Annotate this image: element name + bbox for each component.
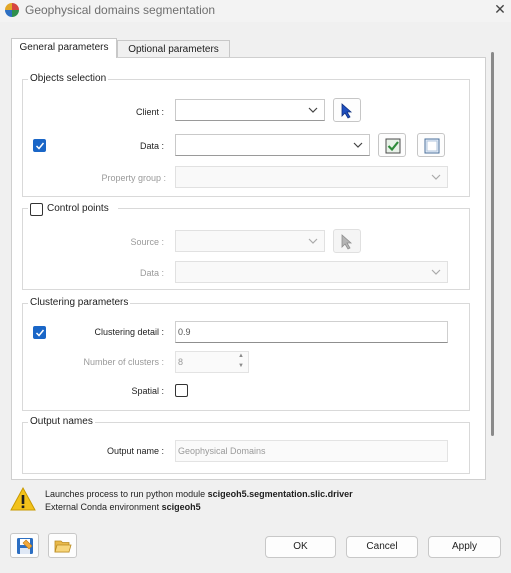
control-points-checkbox[interactable] xyxy=(30,203,43,216)
spin-up-icon[interactable]: ▲ xyxy=(235,351,247,361)
open-parameters-button[interactable] xyxy=(48,533,77,558)
output-names-legend: Output names xyxy=(28,416,95,427)
property-group-label: Property group : xyxy=(101,173,166,183)
client-pick-button[interactable] xyxy=(333,98,361,122)
spin-down-icon[interactable]: ▼ xyxy=(235,361,247,371)
info-line-2-text: External Conda environment xyxy=(45,502,162,512)
source-label: Source : xyxy=(130,237,164,247)
clustering-detail-input[interactable]: 0.9 xyxy=(175,321,448,343)
empty-box-icon xyxy=(424,138,440,154)
module-name: scigeoh5.segmentation.slic.driver xyxy=(207,489,353,499)
client-select[interactable] xyxy=(175,99,325,121)
clustering-detail-label: Clustering detail : xyxy=(94,327,164,337)
vertical-scrollbar[interactable] xyxy=(490,52,496,436)
info-line-1-text: Launches process to run python module xyxy=(45,489,208,499)
cursor-arrow-icon xyxy=(341,103,353,119)
control-data-label: Data : xyxy=(139,268,164,278)
control-points-legend: Control points xyxy=(45,203,111,214)
cursor-arrow-icon xyxy=(341,234,353,250)
chevron-down-icon xyxy=(308,238,318,244)
folder-open-icon xyxy=(54,540,72,553)
checked-box-icon xyxy=(385,138,401,154)
check-all-button[interactable] xyxy=(378,133,406,157)
chevron-down-icon xyxy=(431,269,441,275)
warning-icon xyxy=(10,486,36,511)
clustering-parameters-legend: Clustering parameters xyxy=(28,297,131,308)
clusters-spinner[interactable]: ▲ ▼ xyxy=(235,351,247,373)
data-select[interactable] xyxy=(175,134,370,156)
info-line-1: Launches process to run python module sc… xyxy=(45,488,353,500)
conda-env-name: scigeoh5 xyxy=(161,502,201,512)
info-line-2: External Conda environment scigeoh5 xyxy=(45,501,201,513)
ok-button[interactable]: OK xyxy=(265,536,336,558)
control-data-select[interactable] xyxy=(175,261,448,283)
tab-general-parameters[interactable]: General parameters xyxy=(11,38,117,58)
chevron-down-icon xyxy=(353,142,363,148)
property-group-select[interactable] xyxy=(175,166,448,188)
globe-icon xyxy=(5,3,19,17)
scroll-thumb[interactable] xyxy=(491,52,494,436)
save-parameters-button[interactable] xyxy=(10,533,39,558)
output-name-label: Output name : xyxy=(106,446,164,456)
spatial-checkbox[interactable] xyxy=(175,384,188,397)
objects-selection-legend: Objects selection xyxy=(28,73,109,84)
spatial-label: Spatial : xyxy=(131,386,164,396)
clustering-detail-checkbox[interactable] xyxy=(33,326,46,339)
checkmark-icon xyxy=(35,329,45,337)
chevron-down-icon xyxy=(431,174,441,180)
checkmark-icon xyxy=(35,142,45,150)
source-select[interactable] xyxy=(175,230,325,252)
close-icon[interactable]: ✕ xyxy=(490,0,510,20)
apply-button[interactable]: Apply xyxy=(428,536,501,558)
cancel-button[interactable]: Cancel xyxy=(346,536,418,558)
client-label: Client : xyxy=(135,107,164,117)
window-title: Geophysical domains segmentation xyxy=(25,3,216,17)
data-label: Data : xyxy=(139,141,164,151)
output-name-input[interactable]: Geophysical Domains xyxy=(175,440,448,462)
uncheck-all-button[interactable] xyxy=(417,133,445,157)
data-checkbox[interactable] xyxy=(33,139,46,152)
number-of-clusters-label: Number of clusters : xyxy=(83,357,164,367)
save-icon xyxy=(17,538,33,554)
source-pick-button[interactable] xyxy=(333,229,361,253)
chevron-down-icon xyxy=(308,107,318,113)
